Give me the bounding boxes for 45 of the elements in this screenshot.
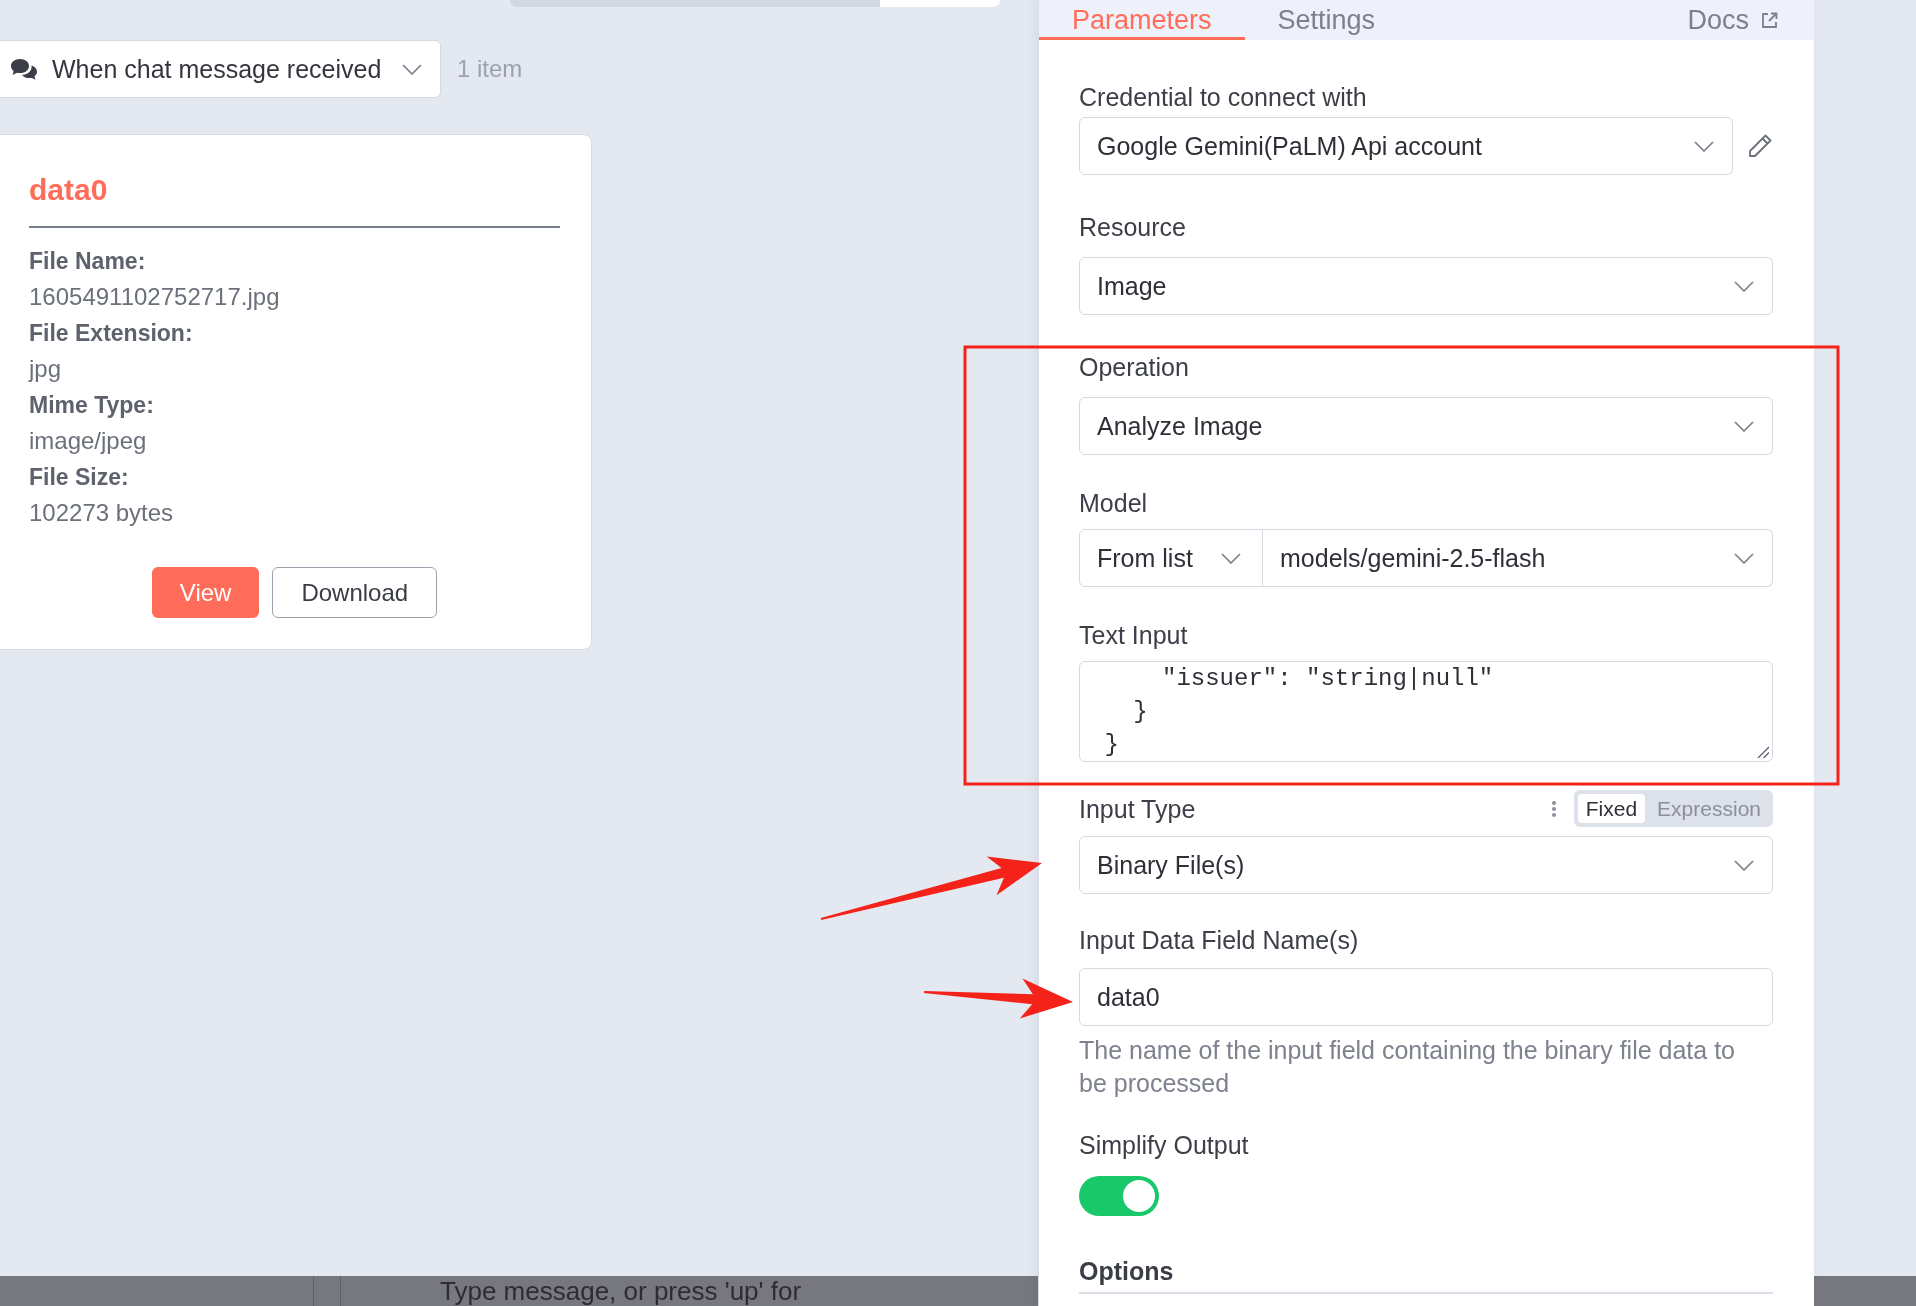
item-count: 1 item xyxy=(457,55,523,83)
text-input-field[interactable]: data0 xyxy=(1079,968,1773,1026)
chat-bubbles-icon xyxy=(10,58,39,80)
field-label: Text Input xyxy=(1079,620,1189,650)
mode-option[interactable]: Fixed xyxy=(1577,794,1646,823)
credential-dropdown[interactable]: Google Gemini(PaLM) Api account xyxy=(1079,117,1733,175)
dropdown-field[interactable]: Analyze Image xyxy=(1079,397,1773,455)
field-hint: The name of the input field containing the binary file data to be processed xyxy=(1079,1035,1736,1099)
download-button[interactable]: Download xyxy=(272,567,438,618)
property-label: File Extension: xyxy=(29,319,194,348)
message-input[interactable]: Type message, or press 'up' for xyxy=(0,1276,1038,1306)
model-dropdown[interactable]: models/gemini-2.5-flash xyxy=(1263,529,1773,587)
field-label: Input Data Field Name(s) xyxy=(1079,925,1360,955)
property-value: image/jpeg xyxy=(29,426,148,456)
text-input-area[interactable]: "issuer": "string|null" } } xyxy=(1079,661,1773,762)
dropdown-field[interactable]: Binary File(s) xyxy=(1079,836,1773,894)
property-value: jpg xyxy=(29,354,63,384)
resize-grip-icon xyxy=(1757,746,1769,758)
chevron-icon xyxy=(402,63,422,75)
trigger-dropdown[interactable]: When chat message received xyxy=(0,40,441,98)
binary-field-title: data0 xyxy=(29,172,109,208)
property-label: Mime Type: xyxy=(29,391,155,420)
property-value: 102273 bytes xyxy=(29,498,175,528)
section-heading: Options xyxy=(1079,1256,1773,1294)
chevron-icon xyxy=(1734,552,1754,564)
property-label: File Name: xyxy=(29,247,147,276)
field-label: Input Type xyxy=(1079,793,1196,824)
mode-dropdown[interactable]: From list xyxy=(1079,529,1263,587)
field-label: Simplify Output xyxy=(1079,1130,1250,1160)
kebab-menu-icon[interactable] xyxy=(1551,800,1556,817)
property-value: 1605491102752717.jpg xyxy=(29,282,281,312)
dropdown-field[interactable]: Image xyxy=(1079,257,1773,315)
chevron-icon xyxy=(1221,552,1241,564)
chevron-icon xyxy=(1694,140,1714,152)
pencil-icon[interactable] xyxy=(1747,133,1773,159)
field-label: Operation xyxy=(1079,352,1190,382)
chevron-icon xyxy=(1734,420,1754,432)
field-label: Resource xyxy=(1079,212,1187,242)
chevron-icon xyxy=(1734,859,1754,871)
field-label: Model xyxy=(1079,488,1149,518)
property-label: File Size: xyxy=(29,463,130,492)
external-link-icon xyxy=(1761,11,1778,29)
chevron-icon xyxy=(1734,280,1754,292)
toggle-switch[interactable] xyxy=(1079,1176,1159,1216)
field-label: Credential to connect with xyxy=(1079,82,1368,112)
